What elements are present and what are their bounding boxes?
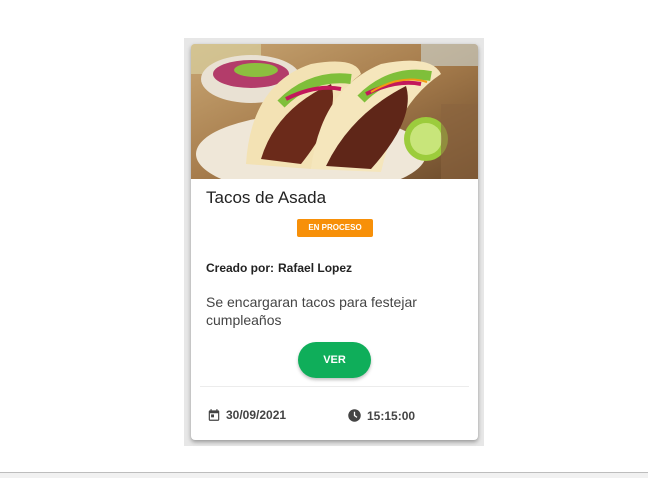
clock-icon: [348, 409, 361, 422]
status-badge: EN PROCESO: [297, 219, 373, 237]
created-by-name: Rafael Lopez: [278, 261, 353, 275]
created-by-label: Creado por:: [206, 261, 275, 275]
card-divider: [200, 386, 469, 387]
created-by: Creado por: Rafael Lopez: [206, 261, 352, 275]
view-button[interactable]: VER: [298, 342, 371, 378]
time-info: 15:15:00: [347, 408, 415, 423]
calendar-icon: [208, 409, 220, 421]
bottom-bar: [0, 473, 648, 478]
card-description: Se encargaran tacos para festejar cumple…: [206, 294, 417, 328]
recipe-card: Tacos de Asada EN PROCESO Creado por: Raf…: [191, 44, 478, 440]
date-info: 30/09/2021: [207, 408, 286, 422]
time-text: 15:15:00: [367, 408, 416, 423]
date-text: 30/09/2021: [226, 408, 287, 422]
tacos-image: [191, 44, 478, 179]
card-title: Tacos de Asada: [206, 188, 327, 207]
